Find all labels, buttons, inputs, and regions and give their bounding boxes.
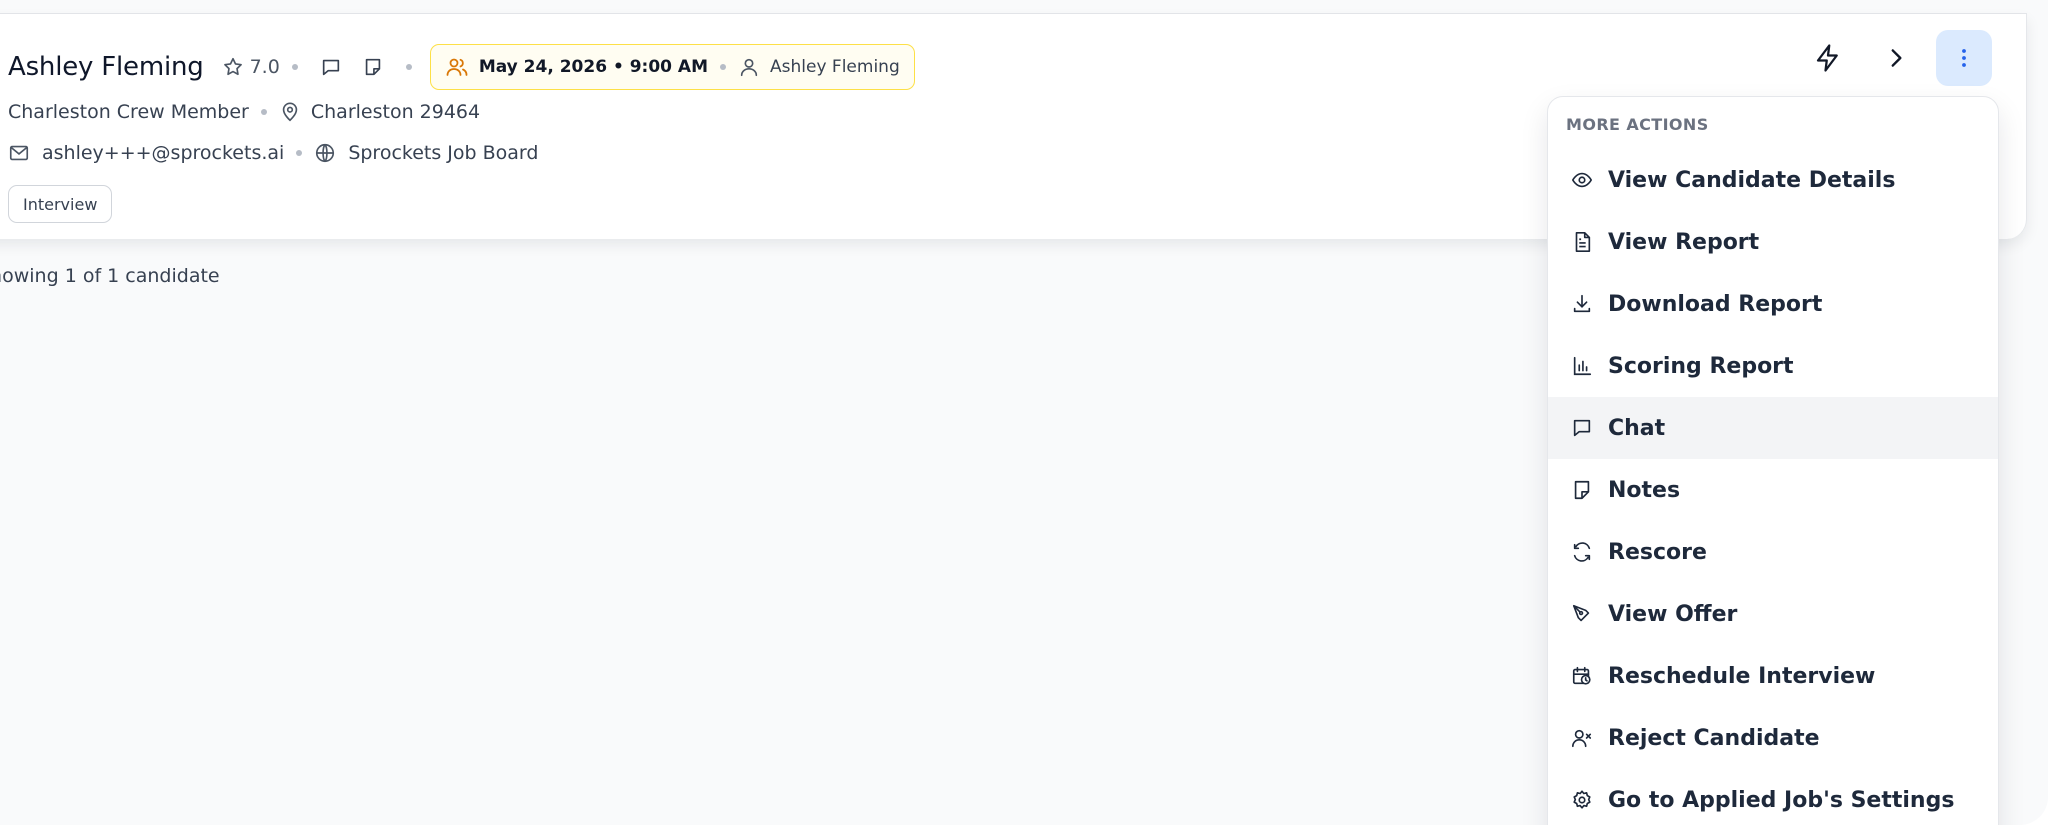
page: Ashley Fleming 7.0 May 24, 2026 • 9:00 A… bbox=[0, 0, 2048, 825]
candidate-job-row: Charleston Crew Member Charleston 29464 bbox=[8, 98, 480, 126]
globe-icon bbox=[314, 142, 336, 164]
download-icon bbox=[1570, 292, 1594, 316]
map-pin-icon bbox=[279, 101, 301, 123]
file-text-icon bbox=[1570, 230, 1594, 254]
menu-item-label: Rescore bbox=[1608, 539, 1707, 565]
candidate-email[interactable]: ashley+++@sprockets.ai bbox=[42, 142, 284, 164]
star-icon bbox=[222, 56, 244, 78]
bar-chart-icon bbox=[1570, 354, 1594, 378]
rating-value: 7.0 bbox=[249, 56, 280, 78]
refresh-icon bbox=[1570, 540, 1594, 564]
more-actions-button[interactable] bbox=[1936, 30, 1992, 86]
mail-icon bbox=[8, 142, 30, 164]
menu-item-scoring-report[interactable]: Scoring Report bbox=[1548, 335, 1998, 397]
menu-item-label: Scoring Report bbox=[1608, 353, 1794, 379]
results-count: Showing 1 of 1 candidate bbox=[0, 265, 220, 287]
chat-icon[interactable] bbox=[320, 56, 342, 78]
candidate-header-row: Ashley Fleming 7.0 May 24, 2026 • 9:00 A… bbox=[8, 44, 915, 90]
candidate-location: Charleston 29464 bbox=[310, 101, 481, 123]
card-actions bbox=[1800, 30, 1992, 86]
eye-icon bbox=[1570, 168, 1594, 192]
menu-item-label: Chat bbox=[1608, 415, 1666, 441]
candidate-rating: 7.0 bbox=[222, 56, 280, 78]
gear-icon bbox=[1570, 788, 1594, 812]
candidate-source: Sprockets Job Board bbox=[348, 142, 539, 164]
more-vertical-icon bbox=[1952, 46, 1976, 70]
pen-tool-icon bbox=[1570, 602, 1594, 626]
menu-header: MORE ACTIONS bbox=[1566, 115, 1709, 134]
next-candidate-button[interactable] bbox=[1868, 30, 1924, 86]
menu-item-notes[interactable]: Notes bbox=[1548, 459, 1998, 521]
users-icon bbox=[445, 55, 469, 79]
interviewer-name: Ashley Fleming bbox=[770, 57, 900, 77]
candidate-contact-row: ashley+++@sprockets.ai Sprockets Job Boa… bbox=[8, 139, 538, 167]
user-x-icon bbox=[1570, 726, 1594, 750]
note-icon bbox=[1570, 478, 1594, 502]
candidate-name[interactable]: Ashley Fleming bbox=[8, 52, 204, 82]
separator-dot bbox=[260, 109, 267, 115]
lightning-icon bbox=[1813, 43, 1843, 73]
menu-item-reschedule-interview[interactable]: Reschedule Interview bbox=[1548, 645, 1998, 707]
chevron-right-icon bbox=[1883, 45, 1909, 71]
menu-item-reject-candidate[interactable]: Reject Candidate bbox=[1548, 707, 1998, 769]
menu-item-label: View Offer bbox=[1608, 601, 1738, 627]
separator-dot bbox=[296, 150, 303, 156]
interview-pill[interactable]: May 24, 2026 • 9:00 AM Ashley Fleming bbox=[429, 44, 915, 90]
menu-item-download-report[interactable]: Download Report bbox=[1548, 273, 1998, 335]
job-title: Charleston Crew Member bbox=[8, 101, 249, 123]
note-icon[interactable] bbox=[362, 56, 384, 78]
separator-dot bbox=[405, 64, 412, 70]
menu-item-label: Go to Applied Job's Settings bbox=[1608, 787, 1955, 813]
quick-action-button[interactable] bbox=[1800, 30, 1856, 86]
menu-item-rescore[interactable]: Rescore bbox=[1548, 521, 1998, 583]
menu-item-view-report[interactable]: View Report bbox=[1548, 211, 1998, 273]
menu-item-view-offer[interactable]: View Offer bbox=[1548, 583, 1998, 645]
separator-dot bbox=[720, 64, 727, 70]
menu-item-label: Reschedule Interview bbox=[1608, 663, 1876, 689]
menu-item-applied-job-settings[interactable]: Go to Applied Job's Settings bbox=[1548, 769, 1998, 825]
interview-datetime: May 24, 2026 • 9:00 AM bbox=[478, 57, 709, 77]
menu-item-chat[interactable]: Chat bbox=[1548, 397, 1998, 459]
separator-dot bbox=[291, 64, 298, 70]
menu-item-label: Reject Candidate bbox=[1608, 725, 1820, 751]
menu-item-view-candidate-details[interactable]: View Candidate Details bbox=[1548, 149, 1998, 211]
menu-item-label: Notes bbox=[1608, 477, 1681, 503]
menu-item-label: View Candidate Details bbox=[1608, 167, 1896, 193]
menu-item-label: View Report bbox=[1608, 229, 1760, 255]
calendar-clock-icon bbox=[1570, 664, 1594, 688]
stage-tag: Interview bbox=[8, 185, 113, 223]
more-actions-menu: MORE ACTIONS View Candidate Details View… bbox=[1547, 96, 1999, 825]
user-icon bbox=[738, 56, 760, 78]
chat-icon bbox=[1570, 416, 1594, 440]
menu-item-label: Download Report bbox=[1608, 291, 1823, 317]
